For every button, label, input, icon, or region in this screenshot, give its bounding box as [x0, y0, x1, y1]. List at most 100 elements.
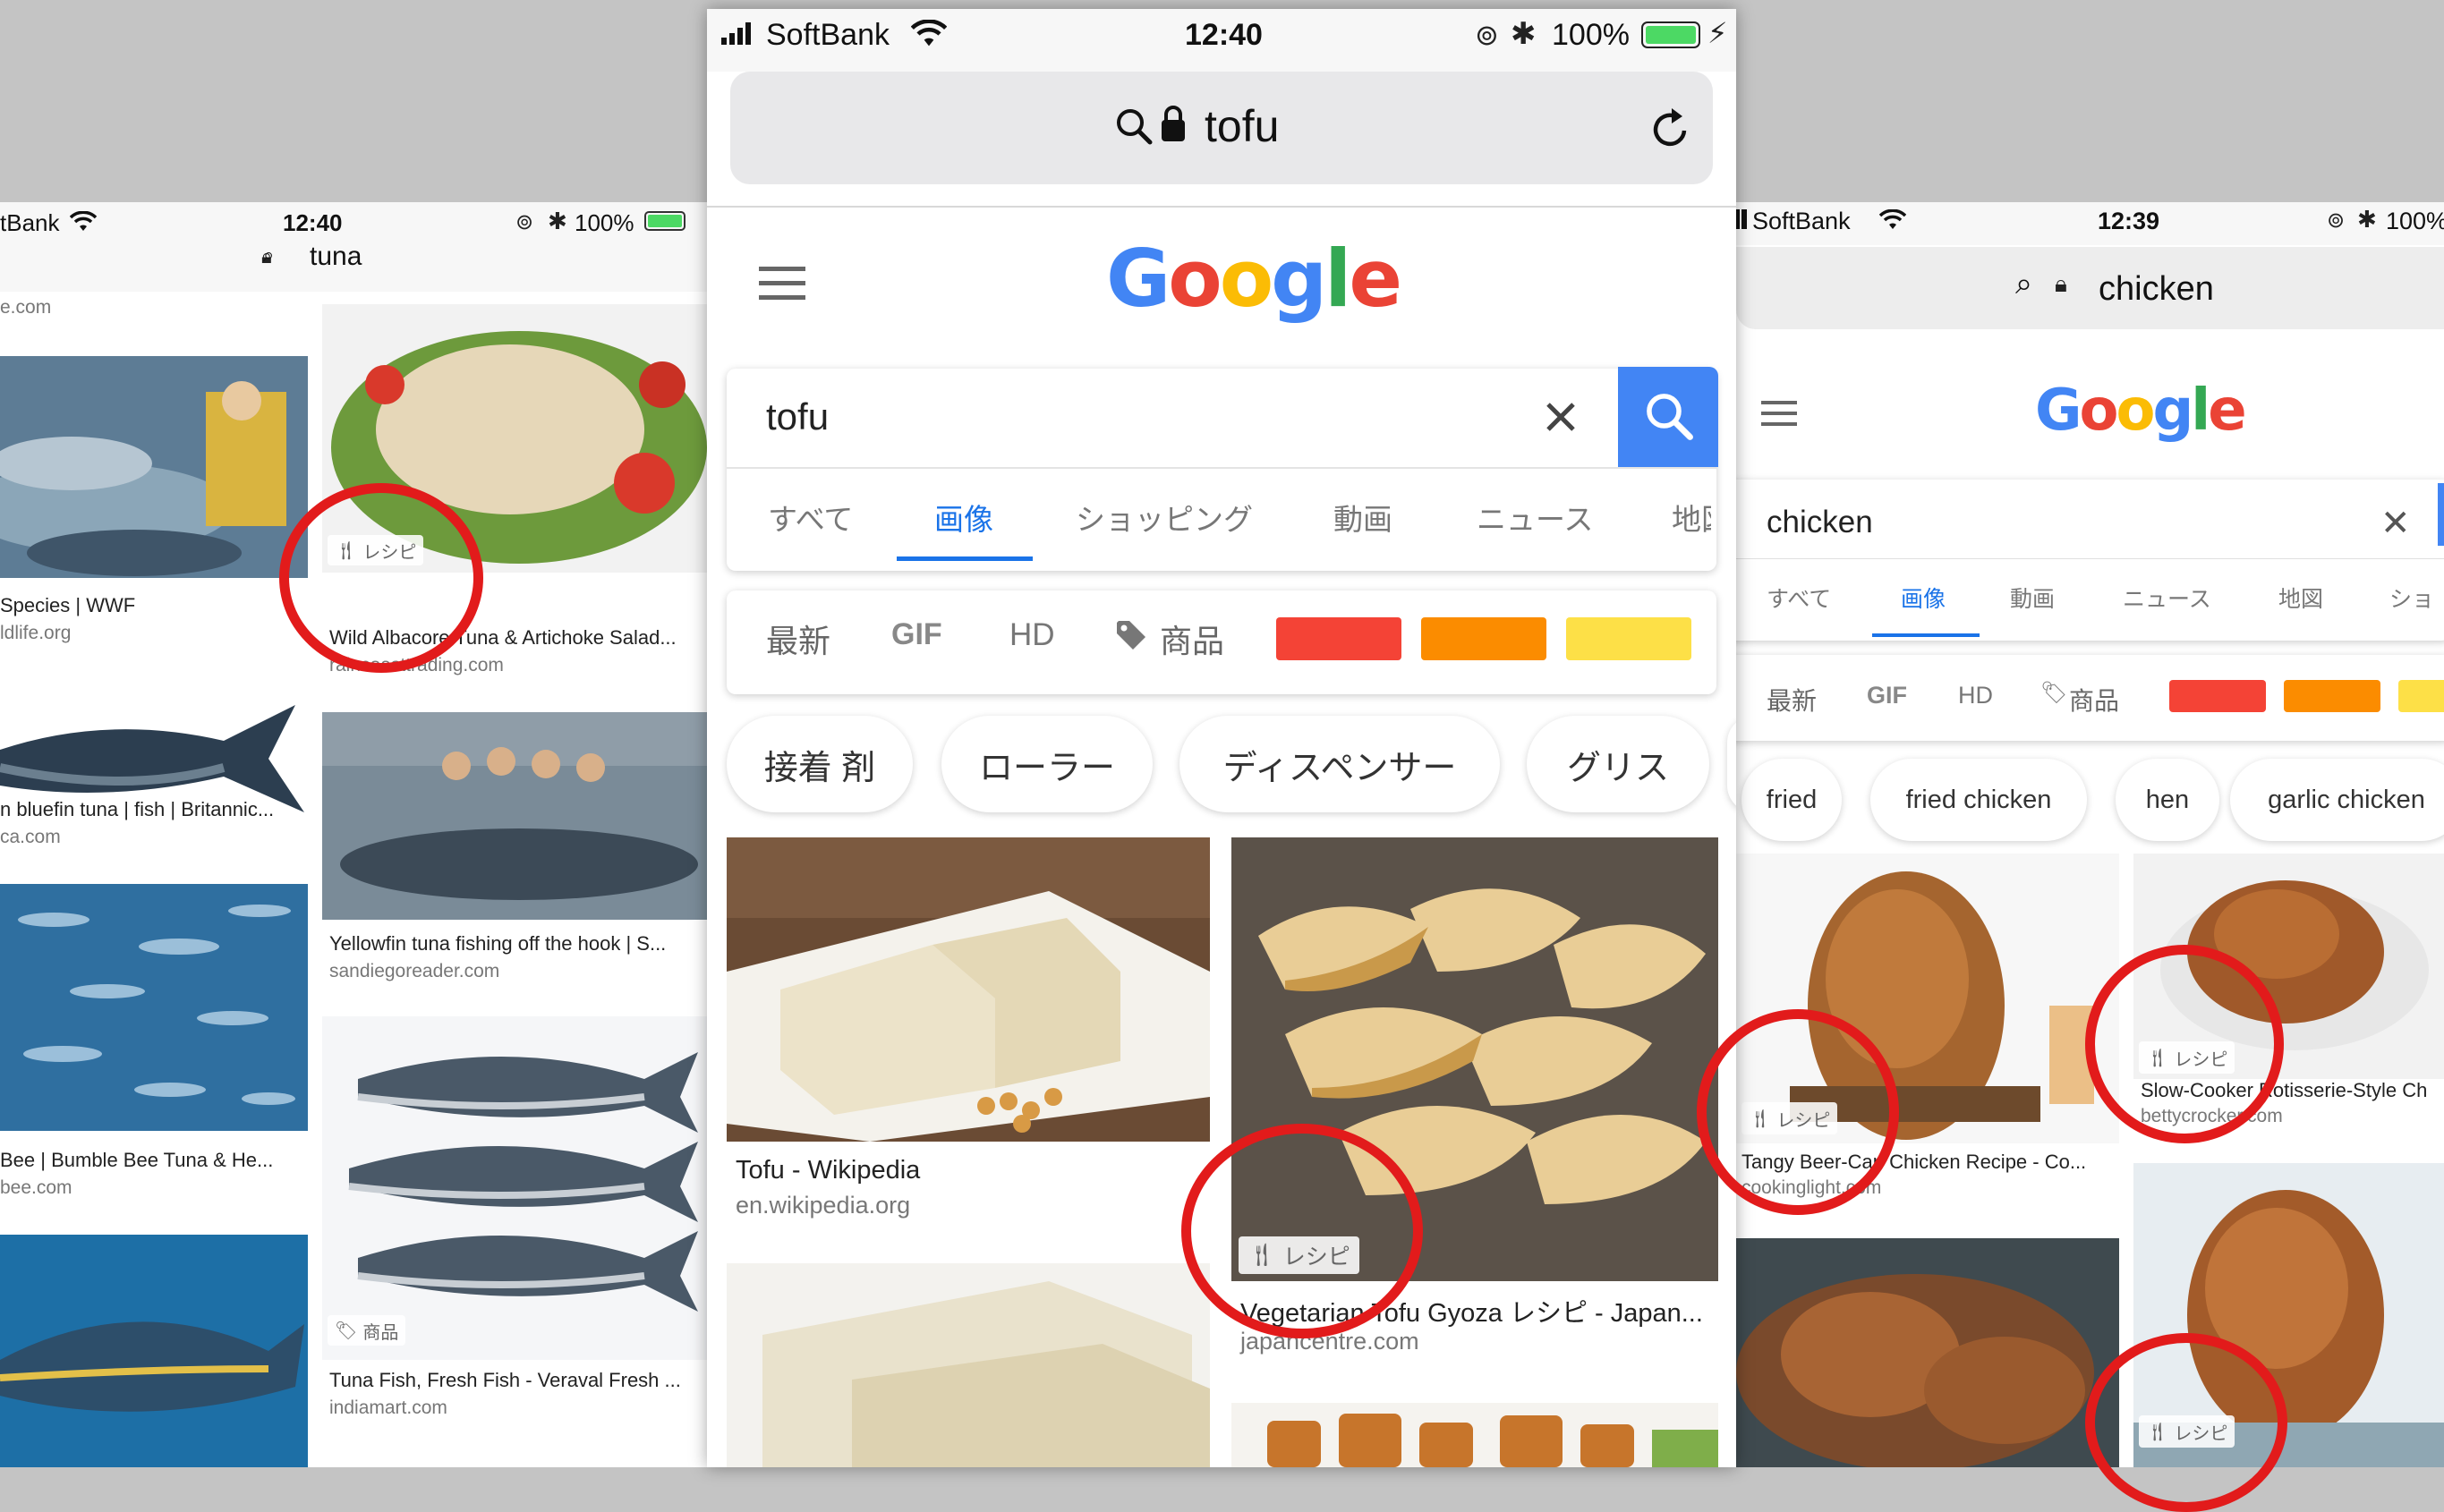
left-col1-title-2: n bluefin tuna | fish | Britannic...: [0, 798, 275, 820]
left-col1-thumb-1[interactable]: [0, 356, 308, 578]
bluetooth-icon: ✱: [1511, 17, 1537, 51]
right-tab-all[interactable]: すべて: [1767, 582, 1831, 614]
center-swatch-yellow[interactable]: [1566, 617, 1691, 660]
right-carrier: SoftBank: [1752, 208, 1851, 234]
center-toolbar-divider: [707, 206, 1736, 208]
right-chip-1[interactable]: fried: [1741, 759, 1842, 841]
center-search-button[interactable]: [1618, 367, 1718, 467]
center-time: 12:40: [1185, 18, 1263, 52]
right-tab-underline: [1872, 633, 1980, 637]
tag-icon: [1117, 621, 1145, 650]
right-search-input[interactable]: chicken: [1767, 505, 1873, 540]
center-filter-product[interactable]: 商品: [1160, 616, 1224, 662]
lock-icon: 🔒︎: [2055, 270, 2067, 297]
center-result-thumb-4[interactable]: [1231, 1403, 1718, 1467]
center-battery-text: 100%: [1552, 18, 1630, 52]
center-menu-icon[interactable]: [759, 267, 805, 301]
center-chip-5[interactable]: [1727, 716, 1736, 812]
rotation-lock-icon: ⊚: [515, 210, 534, 234]
right-search-button[interactable]: [2438, 483, 2444, 546]
left-col1-thumb-3[interactable]: [0, 884, 308, 1131]
signal-icon: [721, 21, 754, 45]
right-result-thumb-3[interactable]: [1736, 1238, 2119, 1467]
left-carrier: tBank: [0, 209, 60, 236]
right-chip-4[interactable]: garlic chicken: [2230, 759, 2444, 841]
right-status-bar: SoftBank 12:39 ⊚ ✱ 100%: [1736, 202, 2444, 245]
right-menu-icon[interactable]: [1761, 401, 1797, 426]
reload-icon[interactable]: [1650, 106, 1691, 150]
center-tab-news[interactable]: ニュース: [1477, 496, 1593, 539]
center-tab-images[interactable]: 画像: [934, 496, 993, 539]
right-search-card: [1736, 480, 2444, 641]
center-tab-all[interactable]: すべて: [768, 496, 853, 539]
right-filter-hd[interactable]: HD: [1958, 682, 1993, 709]
right-filter-gif[interactable]: GIF: [1867, 682, 1907, 709]
annotation-circle-left: [279, 483, 483, 673]
left-col2-title-2: Yellowfin tuna fishing off the hook | S.…: [329, 932, 667, 955]
wifi-icon: [1879, 209, 1906, 229]
tag-icon: 🏷︎: [2040, 681, 2068, 705]
center-tab-videos[interactable]: 動画: [1333, 496, 1392, 539]
center-filter-hd[interactable]: HD: [1009, 617, 1055, 653]
left-col1-title-1: Species | WWF: [0, 594, 136, 616]
right-filter-latest[interactable]: 最新: [1767, 682, 1817, 718]
charging-icon: ⚡︎: [1707, 17, 1728, 49]
center-chip-1[interactable]: 接着 剤: [727, 716, 913, 812]
left-status-bar: tBank 12:40 ⊚ ✱ 100% 🔒︎ ⌕ tuna: [0, 202, 707, 292]
right-tab-shopping[interactable]: ショ: [2389, 582, 2434, 614]
wifi-icon: [911, 20, 947, 47]
right-chip-3[interactable]: hen: [2116, 759, 2219, 841]
search-icon: ⌕: [263, 243, 275, 266]
right-filter-product[interactable]: 商品: [2069, 682, 2119, 718]
left-col2-thumb-3[interactable]: 🏷︎ 商品: [322, 1016, 707, 1360]
center-tab-maps[interactable]: 地図: [1672, 496, 1711, 539]
center-result-thumb-3[interactable]: [727, 1263, 1210, 1467]
left-col2-title-3: Tuna Fish, Fresh Fish - Veraval Fresh ..…: [329, 1369, 681, 1391]
right-clear-icon[interactable]: ✕: [2380, 503, 2411, 544]
center-swatch-red[interactable]: [1276, 617, 1401, 660]
right-phone-screen: SoftBank 12:39 ⊚ ✱ 100% ⌕ 🔒︎ chicken Goo…: [1736, 202, 2444, 1467]
right-tab-news[interactable]: ニュース: [2123, 582, 2211, 614]
left-url[interactable]: tuna: [310, 242, 362, 272]
right-swatch-yellow[interactable]: [2398, 680, 2444, 712]
left-col1-source-2: ca.com: [0, 827, 61, 847]
left-top-source: e.com: [0, 297, 52, 318]
center-chip-2[interactable]: ローラー: [941, 716, 1153, 812]
right-url: chicken: [2099, 270, 2214, 308]
right-tab-videos[interactable]: 動画: [2010, 582, 2055, 614]
center-result-title-1: Tofu - Wikipedia: [736, 1156, 921, 1185]
right-swatch-orange[interactable]: [2284, 680, 2380, 712]
clear-icon[interactable]: [1543, 399, 1579, 435]
left-col1-thumb-4[interactable]: [0, 1235, 308, 1467]
left-battery-text: 100%: [575, 209, 634, 236]
search-icon: [1117, 109, 1153, 145]
center-tab-shopping[interactable]: ショッピング: [1076, 496, 1253, 539]
battery-icon: [644, 211, 686, 231]
center-url-bar[interactable]: tofu: [730, 72, 1713, 184]
left-phone-screen: tBank 12:40 ⊚ ✱ 100% 🔒︎ ⌕ tuna e.com Spe…: [0, 202, 707, 1467]
right-swatch-red[interactable]: [2169, 680, 2266, 712]
right-url-bar[interactable]: ⌕ 🔒︎ chicken: [1736, 247, 2444, 329]
left-col1-source-3: bee.com: [0, 1177, 72, 1198]
center-result-thumb-1[interactable]: [727, 837, 1210, 1142]
left-col2-source-3: indiamart.com: [329, 1397, 447, 1418]
rotation-lock-icon: ⊚: [1475, 19, 1499, 51]
left-time: 12:40: [283, 209, 343, 236]
search-icon: ⌕: [2015, 267, 2033, 301]
center-filter-gif[interactable]: GIF: [891, 617, 942, 652]
center-filter-latest[interactable]: 最新: [766, 616, 830, 662]
search-icon: [1647, 394, 1693, 440]
center-search-input[interactable]: tofu: [766, 395, 829, 438]
center-chip-4[interactable]: グリス: [1527, 716, 1709, 812]
right-tab-maps[interactable]: 地図: [2278, 582, 2323, 614]
right-chip-2[interactable]: fried chicken: [1870, 759, 2087, 841]
right-tab-divider: [1736, 558, 2444, 559]
bluetooth-icon: ✱: [2357, 206, 2377, 233]
right-tab-images[interactable]: 画像: [1901, 582, 1946, 614]
right-time: 12:39: [2098, 208, 2160, 234]
signal-icon: [1736, 209, 1747, 229]
battery-icon: [1641, 21, 1700, 48]
left-product-badge-label: 商品: [362, 1322, 399, 1343]
center-chip-3[interactable]: ディスペンサー: [1179, 716, 1500, 812]
center-swatch-orange[interactable]: [1421, 617, 1546, 660]
